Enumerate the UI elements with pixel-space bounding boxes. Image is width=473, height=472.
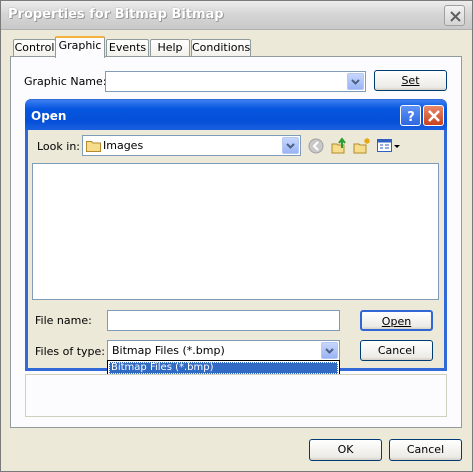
question-icon: ? bbox=[407, 110, 415, 123]
open-button-label: Open bbox=[381, 315, 412, 328]
view-menu-icon bbox=[377, 139, 400, 152]
graphic-name-combo[interactable] bbox=[105, 71, 366, 92]
new-folder-icon bbox=[353, 138, 370, 154]
file-list[interactable] bbox=[32, 163, 439, 300]
tab-conditions[interactable]: Conditions bbox=[191, 39, 251, 57]
up-folder-button[interactable] bbox=[330, 137, 348, 155]
help-button[interactable]: ? bbox=[400, 105, 421, 126]
look-in-value: Images bbox=[103, 139, 144, 152]
open-dialog-title: Open bbox=[31, 109, 67, 123]
window-close-button[interactable] bbox=[444, 5, 465, 26]
files-of-type-combo[interactable]: Bitmap Files (*.bmp) bbox=[107, 340, 340, 361]
graphic-name-dropdown-button[interactable] bbox=[347, 73, 364, 90]
ok-button-label: OK bbox=[337, 443, 354, 456]
open-cancel-button-label: Cancel bbox=[377, 344, 416, 357]
graphic-name-label: Graphic Name: bbox=[24, 75, 107, 88]
back-arrow-icon bbox=[308, 138, 324, 154]
set-button[interactable]: Set bbox=[374, 70, 447, 91]
ok-button[interactable]: OK bbox=[309, 439, 382, 461]
file-name-input[interactable] bbox=[107, 310, 340, 331]
svg-text:?: ? bbox=[407, 110, 415, 123]
chevron-down-icon bbox=[286, 143, 295, 149]
files-of-type-value: Bitmap Files (*.bmp) bbox=[112, 344, 225, 357]
files-of-type-option[interactable]: Bitmap Files (*.bmp) bbox=[109, 362, 338, 374]
new-folder-button[interactable] bbox=[353, 137, 371, 155]
folder-icon bbox=[86, 141, 101, 152]
up-folder-icon bbox=[331, 137, 346, 154]
open-cancel-button[interactable]: Cancel bbox=[360, 340, 433, 361]
back-button[interactable] bbox=[307, 137, 325, 155]
view-menu-button[interactable] bbox=[376, 137, 402, 155]
set-button-label: Set bbox=[401, 74, 420, 87]
cancel-button-label: Cancel bbox=[406, 443, 445, 456]
open-dialog-close-button[interactable] bbox=[423, 105, 444, 126]
open-button[interactable]: Open bbox=[360, 310, 433, 331]
files-of-type-dropdown-button[interactable] bbox=[321, 342, 338, 359]
tab-help[interactable]: Help bbox=[150, 39, 190, 57]
look-in-combo[interactable]: Images bbox=[82, 135, 301, 156]
look-in-label: Look in: bbox=[37, 140, 80, 153]
look-in-dropdown-button[interactable] bbox=[282, 137, 299, 154]
tab-control[interactable]: Control bbox=[13, 39, 56, 57]
open-dialog-title-bar[interactable] bbox=[25, 100, 447, 130]
look-in-label-text: Look in: bbox=[37, 140, 80, 153]
window-title: Properties for Bitmap Bitmap bbox=[8, 7, 224, 22]
files-of-type-label: Files of type: bbox=[35, 345, 106, 358]
tab-events[interactable]: Events bbox=[106, 39, 149, 57]
tab-graphic[interactable]: Graphic bbox=[55, 36, 105, 58]
close-icon bbox=[428, 110, 440, 122]
chevron-down-icon bbox=[351, 79, 360, 85]
file-name-label: File name: bbox=[35, 314, 92, 327]
chevron-down-icon bbox=[325, 348, 334, 354]
cancel-button[interactable]: Cancel bbox=[389, 439, 462, 461]
close-icon bbox=[450, 11, 461, 22]
lower-group-box bbox=[25, 374, 447, 417]
